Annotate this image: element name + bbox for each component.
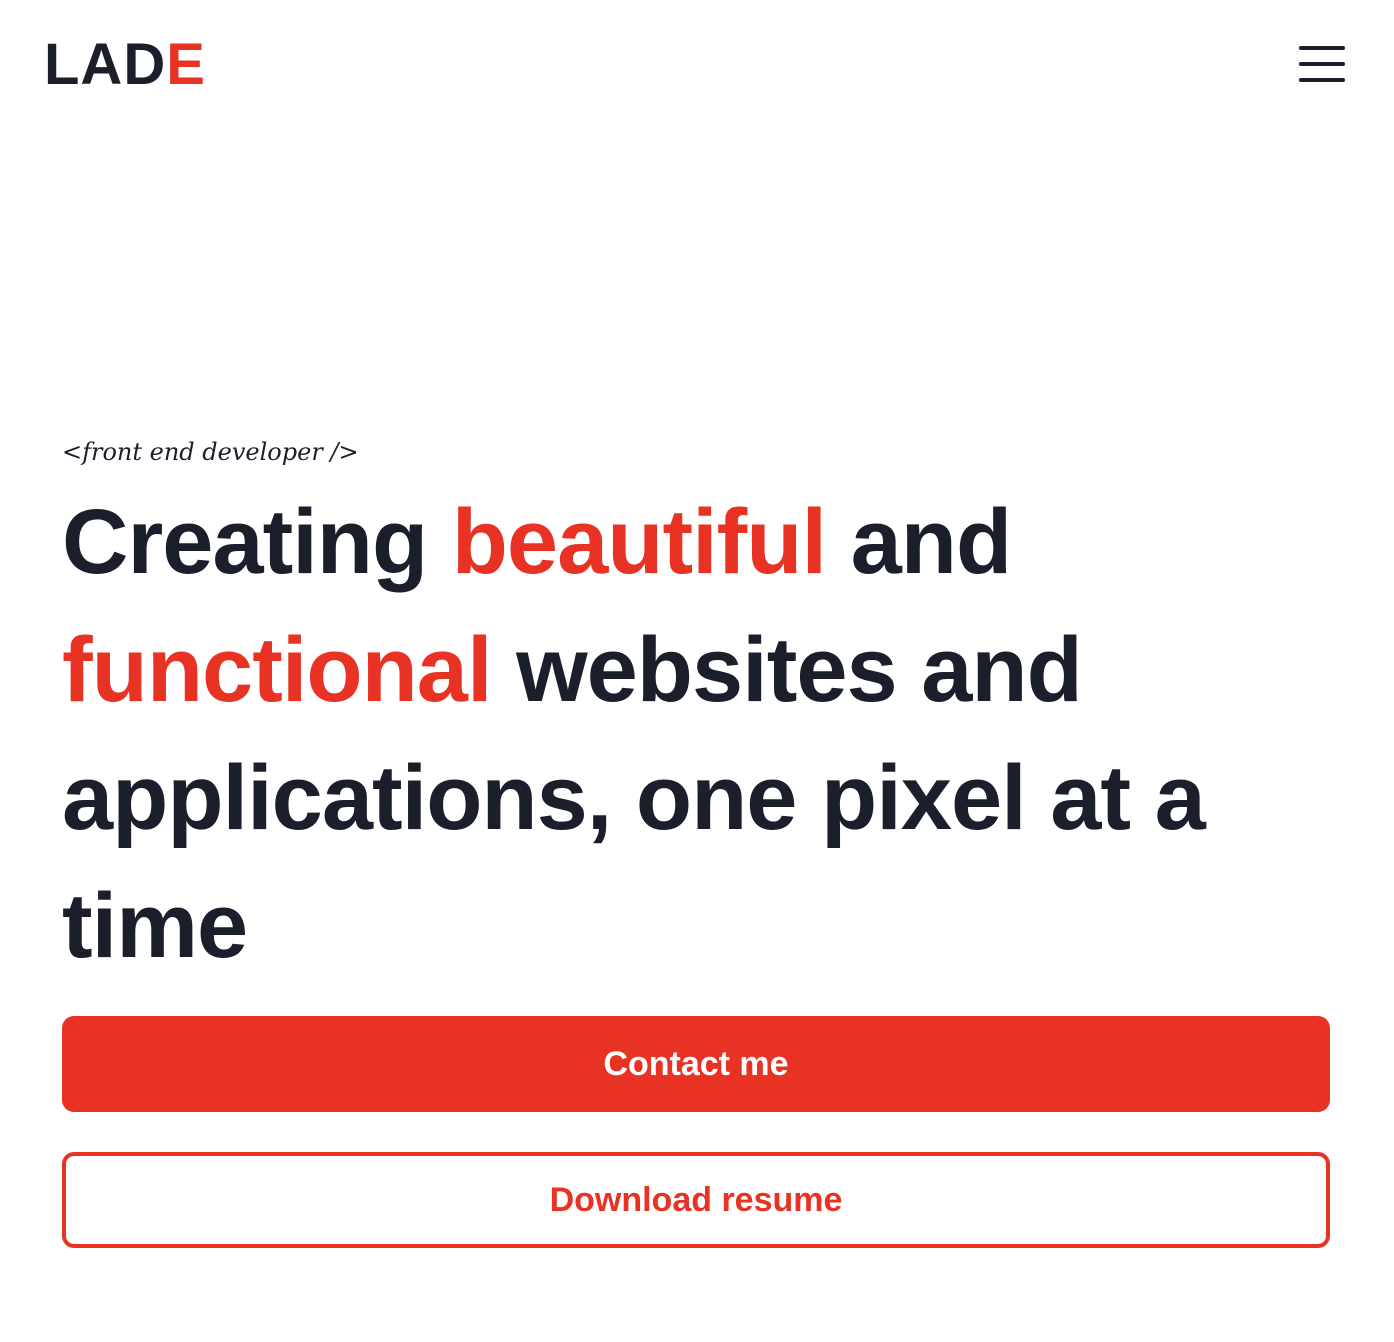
headline-highlight-beautiful: beautiful — [451, 491, 827, 593]
download-resume-button[interactable]: Download resume — [62, 1152, 1330, 1248]
logo-accent-letter: E — [166, 32, 206, 97]
headline-text-2: and — [826, 491, 1013, 593]
site-header: LADE — [0, 0, 1394, 130]
menu-bar-bottom — [1299, 78, 1345, 82]
headline-text-1: Creating — [62, 491, 452, 593]
hamburger-menu-icon[interactable] — [1292, 40, 1352, 90]
menu-bar-middle — [1299, 62, 1345, 66]
hero-headline: Creating beautiful and functional websit… — [62, 478, 1332, 990]
menu-bar-top — [1299, 46, 1345, 50]
site-logo[interactable]: LADE — [44, 30, 206, 100]
contact-me-button[interactable]: Contact me — [62, 1016, 1330, 1112]
headline-highlight-functional: functional — [62, 619, 493, 721]
logo-main-text: LAD — [44, 32, 167, 97]
hero-tagline: <front end developer /> — [62, 438, 359, 466]
